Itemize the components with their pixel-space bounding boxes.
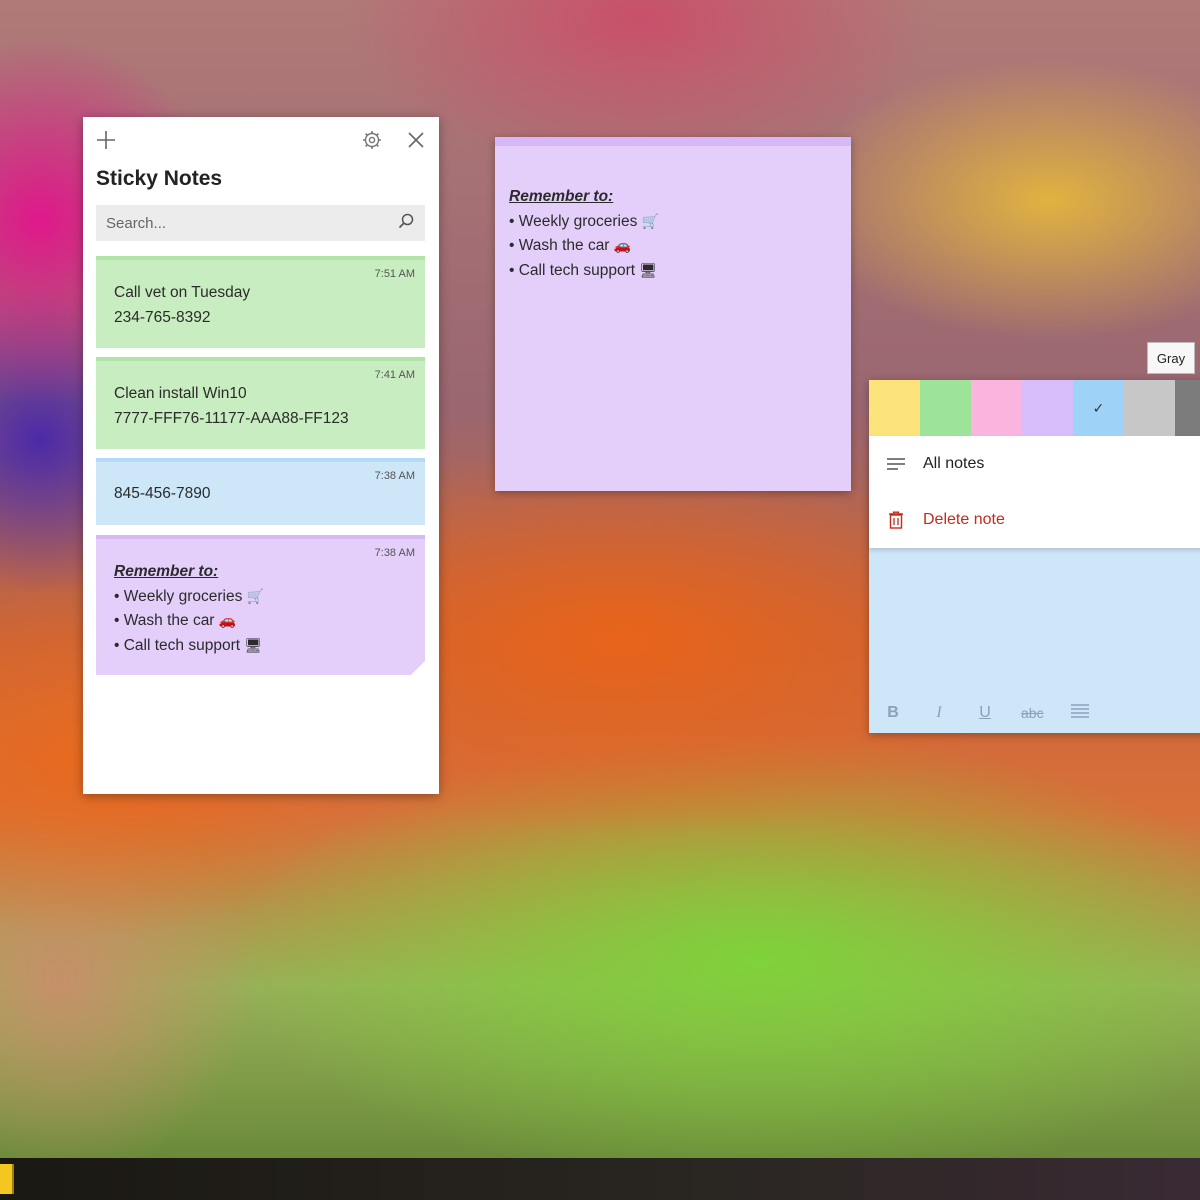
color-swatch-purple[interactable]	[1022, 380, 1073, 436]
color-swatch-yellow[interactable]	[869, 380, 920, 436]
open-note-purple[interactable]: Remember to: • Weekly groceries 🛒 • Wash…	[495, 137, 851, 491]
underline-button[interactable]: U	[975, 704, 995, 722]
format-toolbar: B I U abc	[869, 698, 1200, 728]
italic-button[interactable]: I	[929, 704, 949, 722]
bold-button[interactable]: B	[883, 704, 903, 722]
note-bullet-item: • Call tech support 🖥	[509, 261, 658, 279]
note-timestamp: 7:51 AM	[374, 268, 415, 280]
note-color-stripe	[96, 458, 425, 462]
note-timestamp: 7:41 AM	[374, 369, 415, 381]
search-icon[interactable]	[397, 212, 415, 235]
note-card-clean-install[interactable]: 7:41 AM Clean install Win10 7777-FFF76-1…	[96, 357, 425, 449]
shopping-cart-icon: 🛒	[641, 213, 660, 230]
delete-note-label: Delete note	[923, 511, 1005, 528]
taskbar-sticky-notes-icon[interactable]	[0, 1164, 14, 1194]
car-icon: 🚗	[218, 613, 237, 629]
all-notes-menu-item[interactable]: All notes	[869, 436, 1200, 492]
gear-icon[interactable]	[357, 125, 387, 155]
checkmark-icon: ✓	[1092, 399, 1105, 416]
color-tooltip: Gray	[1147, 342, 1195, 374]
note-card-phone[interactable]: 7:38 AM 845-456-7890	[96, 458, 425, 525]
color-swatch-green[interactable]	[920, 380, 971, 436]
note-body[interactable]: Remember to: • Weekly groceries 🛒 • Wash…	[509, 185, 659, 283]
note-text-line: 7777-FFF76-11177-AAA88-FF123	[114, 409, 349, 427]
bullet-list-icon[interactable]	[1070, 703, 1090, 724]
search-box[interactable]	[96, 205, 425, 241]
color-swatch-charcoal[interactable]	[1175, 380, 1200, 436]
note-menu: All notes Delete note	[869, 436, 1200, 548]
note-text-line: 845-456-7890	[114, 485, 211, 502]
note-card-remember[interactable]: 7:38 AM Remember to: • Weekly groceries …	[96, 535, 425, 675]
note-bullet-item: • Wash the car 🚗	[509, 237, 632, 254]
note-bullet-item: • Weekly groceries 🛒	[509, 212, 660, 230]
note-bullet-item: • Wash the car 🚗	[114, 612, 237, 629]
note-color-stripe	[96, 357, 425, 361]
note-heading: Remember to:	[114, 563, 219, 580]
note-bullet-item: • Call tech support 🖥	[114, 636, 263, 654]
computer-icon: 🖥	[639, 262, 658, 279]
note-heading: Remember to:	[509, 188, 614, 205]
trash-icon	[886, 510, 906, 530]
open-note-blue[interactable]: ✓ All notes Delete note B I U abc	[869, 380, 1200, 733]
plus-icon[interactable]	[91, 125, 121, 155]
close-icon[interactable]	[401, 125, 431, 155]
note-timestamp: 7:38 AM	[374, 547, 415, 559]
color-swatch-row: ✓	[869, 380, 1200, 436]
note-text-line: Call vet on Tuesday	[114, 284, 251, 301]
color-swatch-gray[interactable]	[1124, 380, 1175, 436]
sticky-notes-list-window: Sticky Notes 7:51 AM Call vet on Tuesday…	[83, 117, 439, 794]
note-header-bar[interactable]	[495, 137, 851, 146]
note-card-call-vet[interactable]: 7:51 AM Call vet on Tuesday 234-765-8392	[96, 256, 425, 348]
list-icon	[886, 454, 906, 474]
car-icon: 🚗	[613, 238, 632, 254]
search-input[interactable]	[106, 214, 397, 232]
delete-note-menu-item[interactable]: Delete note	[869, 492, 1200, 548]
taskbar	[0, 1158, 1200, 1200]
color-swatch-blue[interactable]: ✓	[1073, 380, 1124, 436]
app-title: Sticky Notes	[96, 167, 223, 190]
note-color-stripe	[96, 256, 425, 260]
note-text-line: Clean install Win10	[114, 385, 247, 402]
shopping-cart-icon: 🛒	[246, 588, 265, 605]
all-notes-label: All notes	[923, 455, 985, 472]
list-title-bar	[83, 117, 439, 163]
page-fold-corner	[411, 661, 425, 675]
note-bullet-item: • Weekly groceries 🛒	[114, 587, 265, 605]
computer-icon: 🖥	[244, 637, 263, 654]
note-timestamp: 7:38 AM	[374, 470, 415, 482]
color-swatch-pink[interactable]	[971, 380, 1022, 436]
note-color-stripe	[96, 535, 425, 539]
note-text-line: 234-765-8392	[114, 308, 211, 326]
strikethrough-button[interactable]: abc	[1021, 705, 1044, 721]
